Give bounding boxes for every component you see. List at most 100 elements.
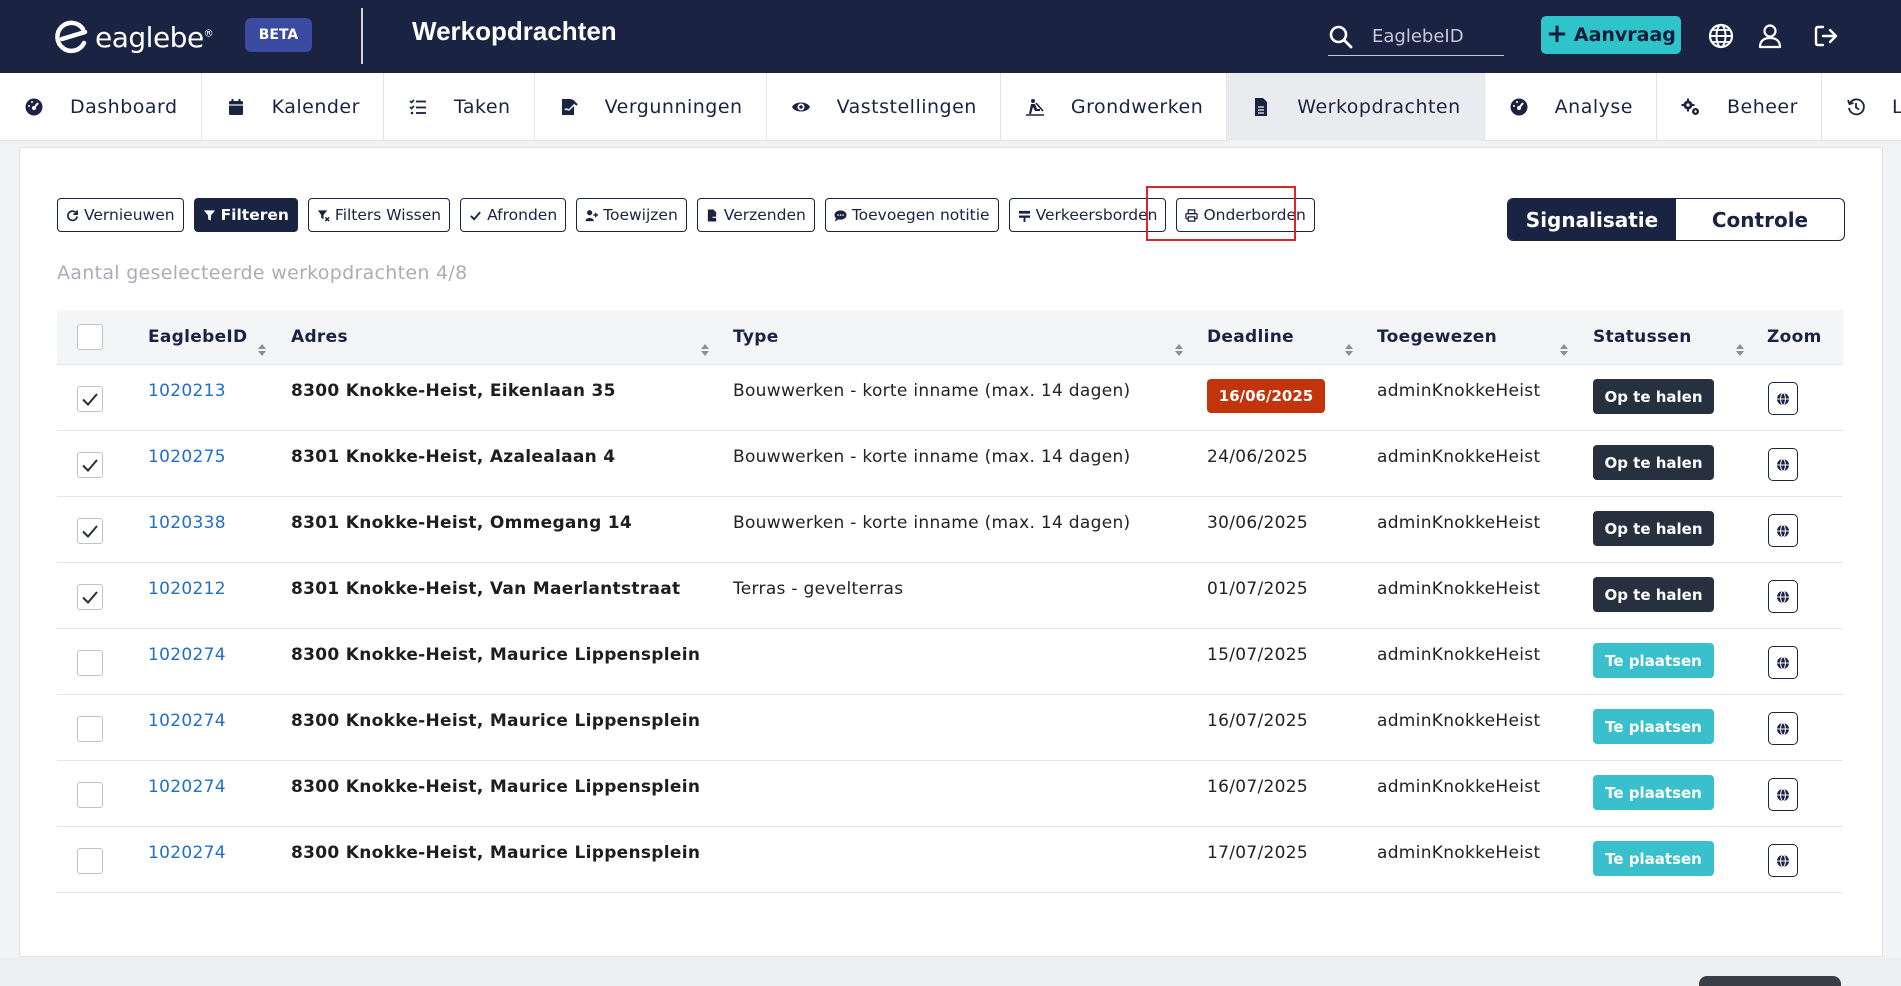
column-header-adres[interactable]: Adres xyxy=(291,327,348,347)
type-cell: Bouwwerken - korte inname (max. 14 dagen… xyxy=(733,447,1131,467)
row-checkbox[interactable] xyxy=(77,452,103,478)
button-label: Verzenden xyxy=(723,206,806,224)
zoom-button[interactable] xyxy=(1768,844,1798,877)
nav-item-beheer[interactable]: Beheer xyxy=(1657,73,1822,141)
header-divider xyxy=(361,8,363,64)
select-all-checkbox[interactable] xyxy=(77,324,103,350)
row-checkbox[interactable] xyxy=(77,848,103,874)
nav-item-grondwerken[interactable]: Grondwerken xyxy=(1001,73,1228,141)
table-row[interactable]: 1020213 8300 Knokke-Heist, Eikenlaan 35 Bo… xyxy=(57,365,1843,431)
row-checkbox[interactable] xyxy=(77,584,103,610)
table-row[interactable]: 1020212 8301 Knokke-Heist, Van Maerlantst… xyxy=(57,563,1843,629)
globe-icon xyxy=(1777,656,1789,669)
logout-icon[interactable] xyxy=(1812,22,1840,50)
row-checkbox[interactable] xyxy=(77,650,103,676)
sort-icon[interactable] xyxy=(1735,343,1745,357)
segment-signalisatie[interactable]: Signalisatie xyxy=(1508,199,1676,240)
deadline-cell: 24/06/2025 xyxy=(1207,447,1308,467)
assignee-cell: adminKnokkeHeist xyxy=(1377,513,1541,533)
row-checkbox[interactable] xyxy=(77,386,103,412)
status-badge: Op te halen xyxy=(1593,379,1714,414)
eaglebe-id-link[interactable]: 1020338 xyxy=(148,513,226,533)
table-row[interactable]: 1020274 8300 Knokke-Heist, Maurice Lippen… xyxy=(57,695,1843,761)
zoom-button[interactable] xyxy=(1768,580,1798,613)
zoom-button[interactable] xyxy=(1768,712,1798,745)
zoom-button[interactable] xyxy=(1768,448,1798,481)
afronden-button[interactable]: Afronden xyxy=(460,198,567,232)
refresh-icon xyxy=(67,209,78,221)
verzenden-button[interactable]: Verzenden xyxy=(696,198,815,232)
button-label: Vernieuwen xyxy=(84,206,175,224)
search-icon[interactable] xyxy=(1328,24,1354,50)
sort-icon[interactable] xyxy=(257,343,267,357)
nav-item-analyse[interactable]: Analyse xyxy=(1485,73,1657,141)
globe-icon xyxy=(1777,590,1789,603)
type-cell: Bouwwerken - korte inname (max. 14 dagen… xyxy=(733,381,1131,401)
toewijzen-button[interactable]: Toewijzen xyxy=(576,198,687,232)
nav-item-dashboard[interactable]: Dashboard xyxy=(0,73,202,141)
nav-label: Analyse xyxy=(1554,96,1633,118)
bottom-tab-handle[interactable] xyxy=(1699,976,1841,986)
column-header-statussen[interactable]: Statussen xyxy=(1593,327,1692,347)
checkmark-icon xyxy=(82,393,98,406)
sort-icon[interactable] xyxy=(1559,343,1569,357)
eaglebe-id-link[interactable]: 1020274 xyxy=(148,777,226,797)
eaglebe-id-link[interactable]: 1020213 xyxy=(148,381,226,401)
eaglebe-id-link[interactable]: 1020274 xyxy=(148,843,226,863)
zoom-button[interactable] xyxy=(1768,646,1798,679)
document-icon xyxy=(1255,98,1268,116)
history-icon xyxy=(1847,98,1865,116)
status-badge: Te plaatsen xyxy=(1593,643,1714,678)
globe-icon[interactable] xyxy=(1707,22,1735,50)
sort-icon[interactable] xyxy=(1174,343,1184,357)
table-row[interactable]: 1020274 8300 Knokke-Heist, Maurice Lippen… xyxy=(57,629,1843,695)
toevoegen-notitie-button[interactable]: Toevoegen notitie xyxy=(824,198,999,232)
zoom-button[interactable] xyxy=(1768,514,1798,547)
nav-item-vergunningen[interactable]: Vergunningen xyxy=(535,73,767,141)
column-header-toegewezen[interactable]: Toegewezen xyxy=(1377,327,1497,347)
user-icon[interactable] xyxy=(1756,22,1784,50)
filters-wissen-button[interactable]: Filters Wissen xyxy=(307,198,451,232)
nav-item-taken[interactable]: Taken xyxy=(384,73,535,141)
column-header-eaglebeid[interactable]: EaglebeID xyxy=(148,327,247,347)
deadline-cell: 17/07/2025 xyxy=(1207,843,1308,863)
nav-item-vaststellingen[interactable]: Vaststellingen xyxy=(767,73,1001,141)
globe-icon xyxy=(1777,854,1789,867)
zoom-button[interactable] xyxy=(1768,382,1798,415)
eaglebe-id-link[interactable]: 1020274 xyxy=(148,711,226,731)
row-checkbox[interactable] xyxy=(77,518,103,544)
column-header-deadline[interactable]: Deadline xyxy=(1207,327,1294,347)
aanvraag-button[interactable]: + Aanvraag xyxy=(1541,16,1681,54)
page-title: Werkopdrachten xyxy=(412,16,617,46)
table-row[interactable]: 1020338 8301 Knokke-Heist, Ommegang 14 Bou… xyxy=(57,497,1843,563)
werkopdrachten-table: EaglebeID Adres Type Deadline Toegewezen… xyxy=(57,310,1843,893)
table-row[interactable]: 1020274 8300 Knokke-Heist, Maurice Lippen… xyxy=(57,827,1843,893)
verkeersborden-button[interactable]: Verkeersborden xyxy=(1008,198,1167,232)
vernieuwen-button[interactable]: Vernieuwen xyxy=(57,198,184,232)
button-label: Afronden xyxy=(487,206,558,224)
nav-item-logs[interactable]: Logs xyxy=(1822,73,1901,141)
eaglebe-id-link[interactable]: 1020274 xyxy=(148,645,226,665)
eaglebe-logo[interactable]: eaglebe® xyxy=(53,17,214,57)
sort-icon[interactable] xyxy=(700,343,710,357)
sort-icon[interactable] xyxy=(1344,343,1354,357)
eaglebe-id-link[interactable]: 1020275 xyxy=(148,447,226,467)
row-checkbox[interactable] xyxy=(77,716,103,742)
eaglebe-id-link[interactable]: 1020212 xyxy=(148,579,226,599)
filteren-button[interactable]: Filteren xyxy=(193,198,298,232)
segment-controle[interactable]: Controle xyxy=(1676,199,1844,240)
table-row[interactable]: 1020275 8301 Knokke-Heist, Azalealaan 4 Bo… xyxy=(57,431,1843,497)
status-badge: Te plaatsen xyxy=(1593,709,1714,744)
deadline-cell: 01/07/2025 xyxy=(1207,579,1308,599)
row-checkbox[interactable] xyxy=(77,782,103,808)
comment-icon xyxy=(834,209,847,222)
search-input[interactable] xyxy=(1372,26,1500,47)
user-plus-icon xyxy=(585,209,599,221)
globe-icon xyxy=(1777,392,1789,405)
column-header-type[interactable]: Type xyxy=(733,327,779,347)
table-row[interactable]: 1020274 8300 Knokke-Heist, Maurice Lippen… xyxy=(57,761,1843,827)
nav-item-kalender[interactable]: Kalender xyxy=(202,73,384,141)
deadline-cell: 16/07/2025 xyxy=(1207,777,1308,797)
nav-item-werkopdrachten[interactable]: Werkopdrachten xyxy=(1227,73,1485,141)
zoom-button[interactable] xyxy=(1768,778,1798,811)
